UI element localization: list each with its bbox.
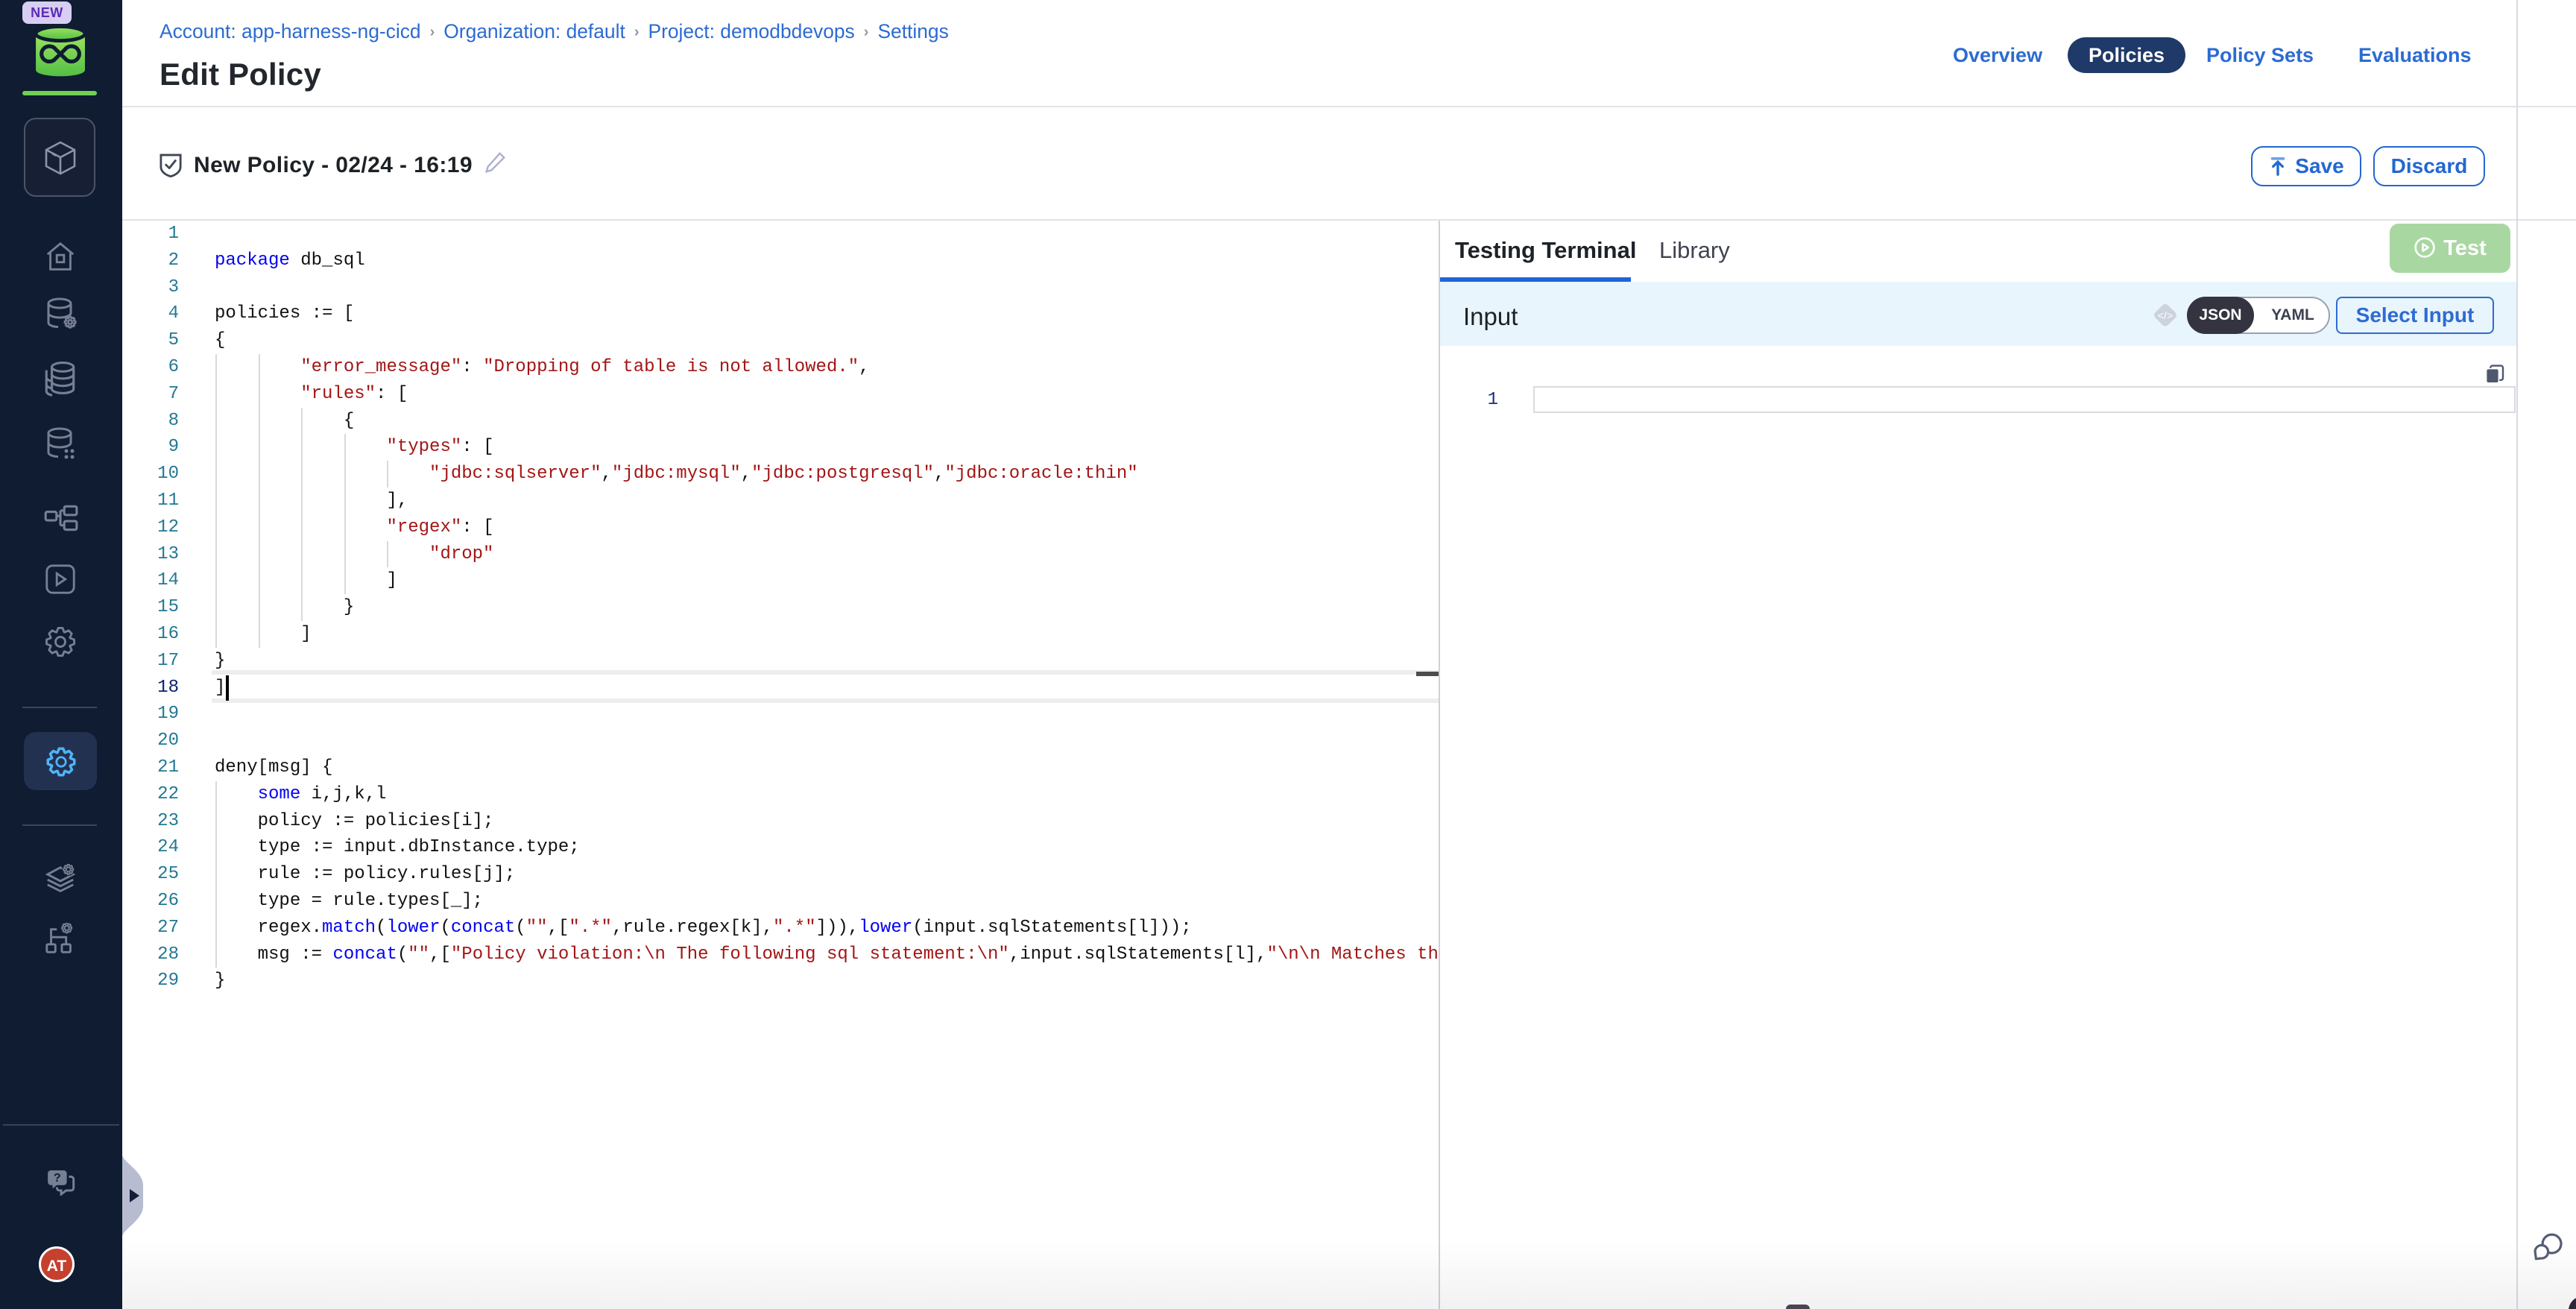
svg-text:</>: </> (2158, 309, 2173, 321)
svg-text:?: ? (54, 1171, 61, 1185)
